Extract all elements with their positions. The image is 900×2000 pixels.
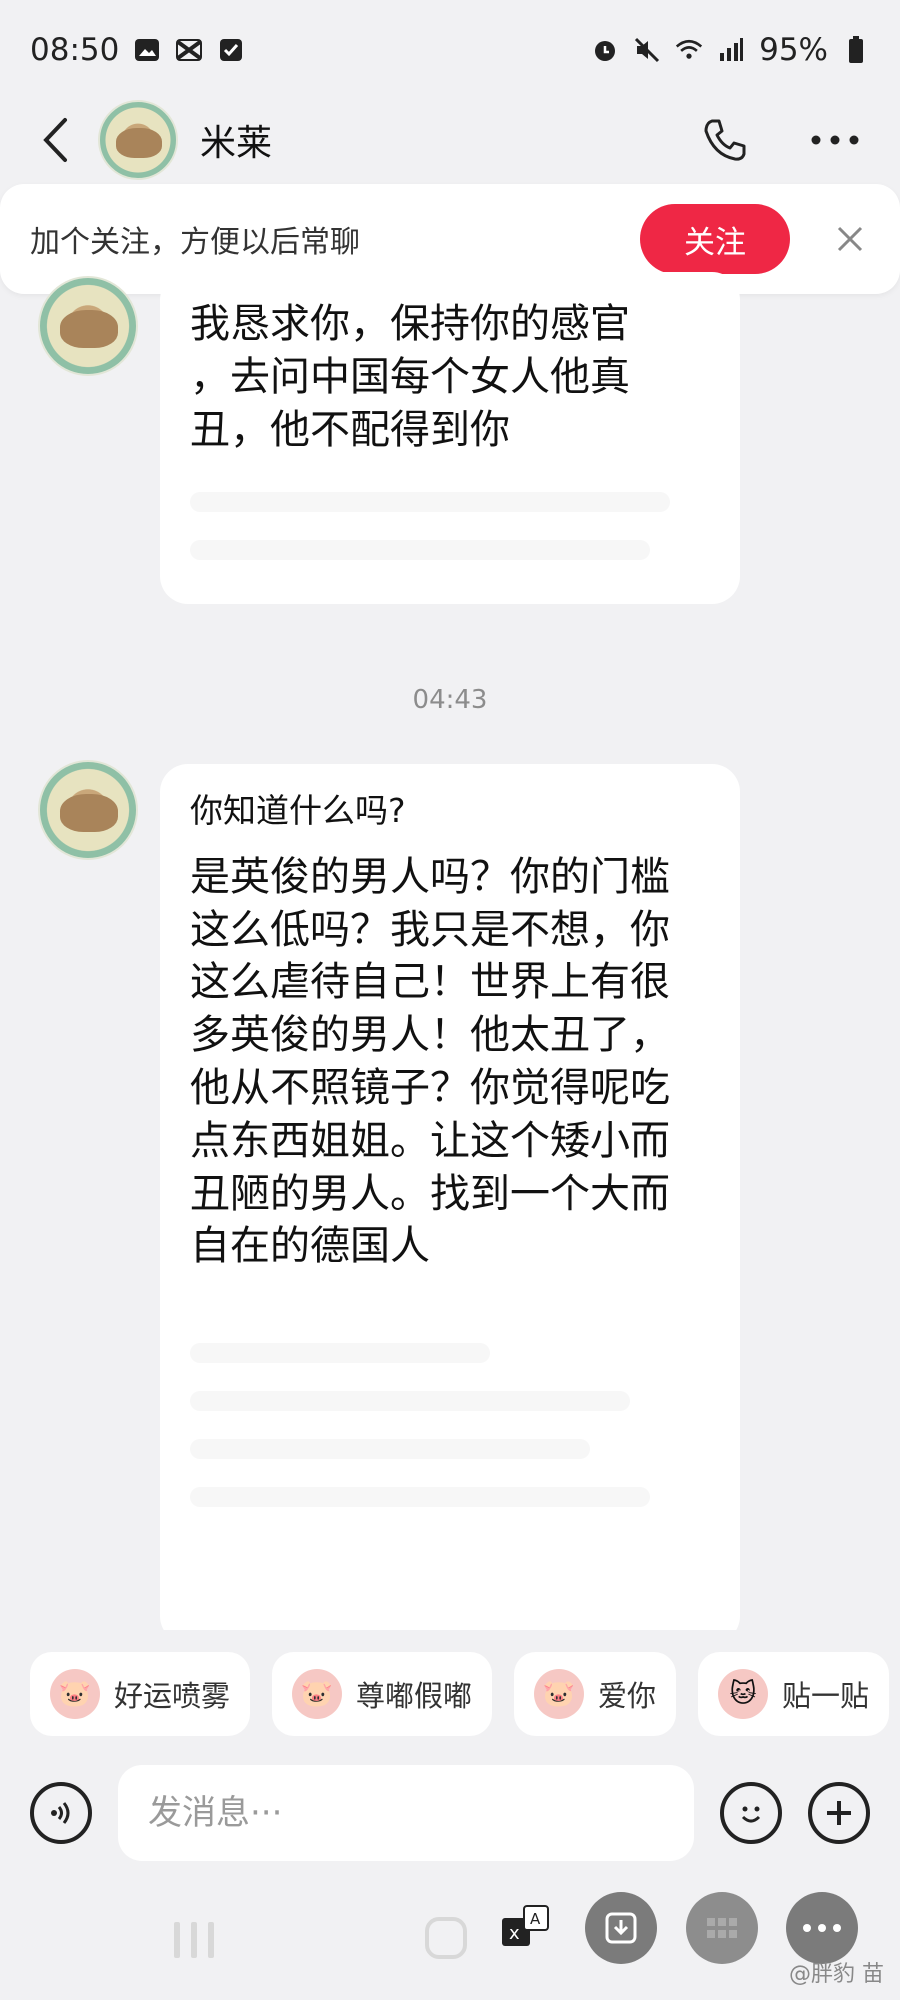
more-horizontal-icon[interactable] — [786, 1892, 858, 1964]
quick-reply-item[interactable]: 🐱 贴一贴 — [698, 1652, 890, 1736]
cat-pig-icon: 🐱 — [718, 1669, 769, 1719]
alarm-icon — [591, 36, 619, 64]
quick-reply-label: 好运喷雾 — [114, 1679, 231, 1713]
quick-reply-item[interactable]: 🐷 尊嘟假嘟 — [272, 1652, 493, 1736]
status-right: 95% — [591, 32, 870, 68]
voice-icon[interactable] — [30, 1782, 92, 1844]
quick-reply-bar: 🐷 好运喷雾 🐷 尊嘟假嘟 🐷 爱你 🐱 贴一贴 — [0, 1630, 900, 1758]
back-button[interactable] — [30, 110, 80, 170]
message-timestamp: 04:43 — [412, 685, 488, 715]
message-line: 丑，他不配得到你 — [190, 406, 510, 453]
follow-prompt-text: 加个关注，方便以后常聊 — [30, 225, 360, 260]
pig-icon: 🐷 — [534, 1669, 585, 1719]
quick-reply-label: 贴一贴 — [782, 1679, 870, 1713]
wifi-icon — [675, 36, 703, 64]
faded-content — [190, 1343, 710, 1508]
download-icon[interactable] — [585, 1892, 657, 1964]
image-icon — [133, 36, 161, 64]
message-input[interactable] — [118, 1765, 694, 1861]
message-line: 我恳求你，保持你的感官 — [190, 301, 630, 347]
watermark: @胖豹 苗 — [789, 1962, 884, 1987]
message-line: 他从不照镜子？你觉得呢吃 — [190, 1065, 670, 1112]
message-line: 这么虐待自己！世界上有很 — [190, 959, 670, 1006]
quick-reply-label: 爱你 — [598, 1679, 657, 1713]
message-line: 多英俊的男人！他太丑了， — [190, 1012, 670, 1059]
more-horizontal-icon[interactable] — [810, 134, 860, 146]
translate-icon[interactable]: xA — [500, 1902, 552, 1954]
sender-avatar[interactable] — [38, 760, 138, 860]
phone-icon[interactable] — [702, 117, 748, 163]
message-line: 这么低吗？我只是不想，你 — [190, 906, 670, 953]
message-bubble[interactable]: 你知道什么吗? 是英俊的男人吗？你的门槛 这么低吗？我只是不想，你 这么虐待自己… — [160, 764, 740, 1644]
mute-icon — [633, 36, 661, 64]
message-line: 是英俊的男人吗？你的门槛 — [190, 853, 670, 900]
plus-icon[interactable] — [808, 1782, 870, 1844]
svg-text:x: x — [509, 1923, 520, 1944]
message-input-area — [0, 1758, 900, 1868]
signal-icon — [717, 36, 745, 64]
check-square-icon — [217, 36, 245, 64]
grid-icon[interactable] — [686, 1892, 758, 1964]
status-bar: 08:50 95% — [0, 0, 900, 100]
capcut-icon — [175, 36, 203, 64]
faded-content — [190, 492, 710, 561]
chat-header: 米莱 — [0, 88, 900, 192]
message-intro: 你知道什么吗? — [190, 791, 406, 830]
battery-icon — [842, 36, 870, 64]
status-left: 08:50 — [30, 32, 245, 68]
svg-text:A: A — [530, 1910, 541, 1928]
home-icon[interactable] — [424, 1916, 468, 1964]
recent-apps-icon[interactable] — [172, 1920, 216, 1964]
follow-button[interactable]: 关注 — [640, 204, 790, 274]
message-line: ，去问中国每个女人他真 — [190, 353, 630, 400]
chevron-left-icon — [43, 118, 67, 162]
smile-icon[interactable] — [720, 1782, 782, 1844]
contact-name[interactable]: 米莱 — [200, 114, 702, 166]
sender-avatar[interactable] — [38, 276, 138, 376]
message-bubble[interactable]: 我恳求你，保持你的感官 ，去问中国每个女人他真 丑，他不配得到你 — [160, 272, 740, 604]
contact-avatar[interactable] — [98, 100, 178, 180]
battery-percent: 95% — [759, 32, 828, 68]
message-line: 点东西姐姐。让这个矮小而 — [190, 1117, 670, 1164]
pig-icon: 🐷 — [50, 1669, 100, 1719]
quick-reply-item[interactable]: 🐷 爱你 — [514, 1652, 677, 1736]
message-line: 丑陋的男人。找到一个大而 — [190, 1170, 670, 1217]
bottom-navigation: xA @胖豹 苗 — [0, 1880, 900, 2000]
pig-icon: 🐷 — [292, 1669, 343, 1719]
quick-reply-item[interactable]: 🐷 好运喷雾 — [30, 1652, 251, 1736]
header-actions — [702, 117, 860, 163]
message-line: 自在的德国人 — [190, 1223, 430, 1270]
quick-reply-label: 尊嘟假嘟 — [356, 1679, 473, 1713]
close-icon[interactable] — [830, 219, 870, 259]
status-time: 08:50 — [30, 32, 120, 68]
